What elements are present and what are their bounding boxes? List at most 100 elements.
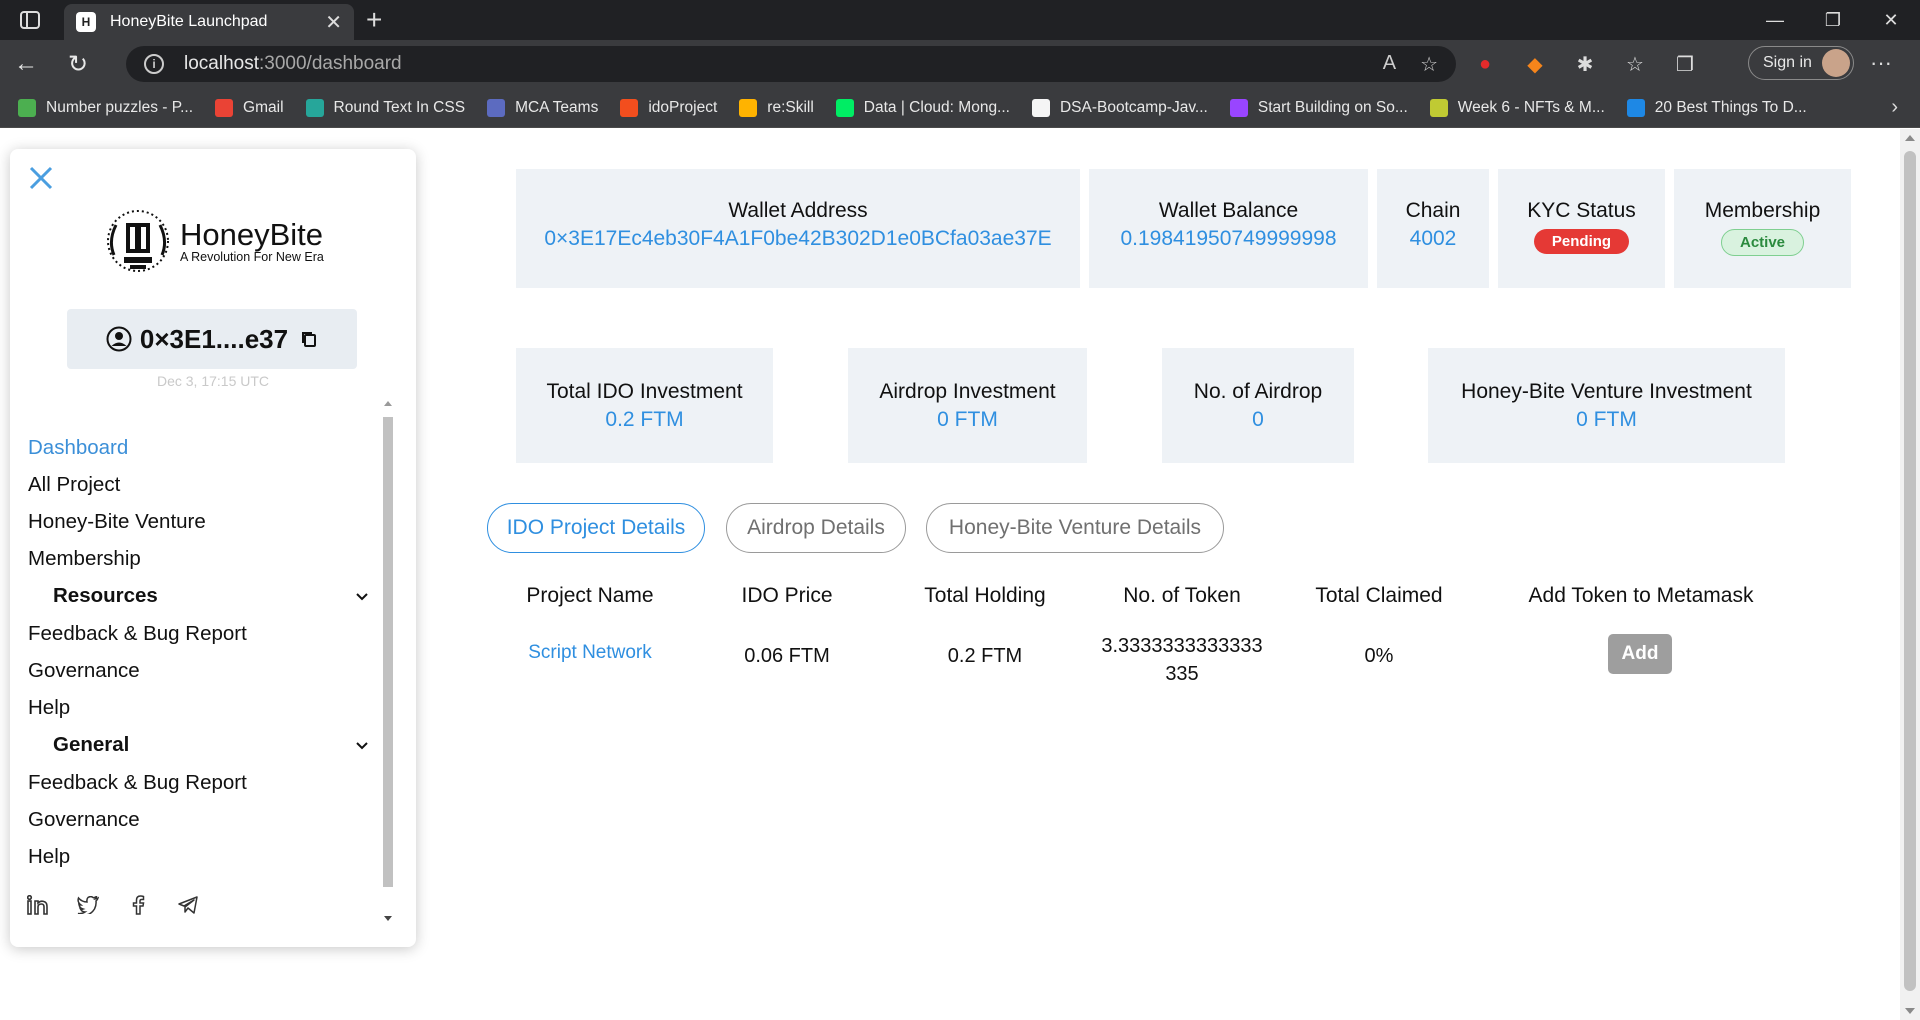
scroll-thumb[interactable] [1904,151,1916,991]
logo-title: HoneyBite [180,216,324,252]
extensions-icon[interactable]: ✱ [1570,49,1600,79]
favorite-star-icon[interactable]: ☆ [1420,52,1438,77]
bookmark-item[interactable]: DSA-Bootcamp-Jav... [1031,98,1208,117]
social-links [26,893,200,917]
honeybite-logo[interactable]: HoneyBite A Revolution For New Era [100,205,324,277]
chevron-down-icon[interactable] [354,737,370,753]
sidebar-item-honey-bite-venture[interactable]: Honey-Bite Venture [28,503,378,540]
sidebar-section-general[interactable]: General [28,726,378,764]
bookmark-item[interactable]: Week 6 - NFTs & M... [1429,98,1605,117]
sidebar-item-governance[interactable]: Governance [28,801,378,838]
address-toolbar: ← ↻ i localhost:3000/dashboard A ☆ ● ◆ ✱… [0,40,1920,88]
sidebar-scroll-up-icon[interactable] [384,401,392,406]
close-sidebar-icon[interactable] [26,163,56,193]
copy-icon[interactable] [300,330,318,348]
wallet-address-chip[interactable]: 0×3E1....e37 [67,309,357,369]
url-field[interactable]: i localhost:3000/dashboard A ☆ [126,46,1456,82]
tab-venture-details[interactable]: Honey-Bite Venture Details [926,503,1224,553]
bookmark-item[interactable]: MCA Teams [487,98,599,117]
bookmark-label: Week 6 - NFTs & M... [1457,98,1605,116]
wallet-short-address: 0×3E1....e37 [139,323,289,354]
url-host: localhost [184,53,259,74]
close-window-icon[interactable]: ✕ [1862,0,1920,40]
adblock-extension-icon[interactable]: ● [1470,49,1500,79]
bookmark-item[interactable]: Round Text In CSS [305,98,465,117]
close-tab-icon[interactable]: ✕ [325,10,342,35]
wallet-address-card: Wallet Address 0×3E17Ec4eb30F4A1F0be42B3… [516,169,1080,288]
back-icon[interactable]: ← [0,40,52,88]
refresh-icon[interactable]: ↻ [52,40,104,88]
col-header-total-holding: Total Holding [924,584,1046,607]
more-bookmarks-chevron-icon[interactable]: › [1891,96,1898,119]
bookmark-label: Start Building on So... [1257,98,1408,116]
sidebar-menu: Dashboard All Project Honey-Bite Venture Me… [28,429,378,875]
sidebar-item-membership[interactable]: Membership [28,540,378,577]
page-scrollbar[interactable] [1900,129,1920,1020]
bookmark-item[interactable]: 20 Best Things To D... [1626,98,1807,117]
read-aloud-icon[interactable]: A [1383,52,1396,77]
airdrop-investment-card: Airdrop Investment 0 FTM [848,348,1087,463]
bookmark-item[interactable]: Gmail [215,98,284,117]
sidebar-item-help[interactable]: Help [28,838,378,875]
bookmark-item[interactable]: re:Skill [739,98,814,117]
minimize-icon[interactable]: — [1746,0,1804,40]
bookmark-favicon-icon [18,98,36,117]
sidebar-section-resources[interactable]: Resources [28,577,378,615]
favorites-icon[interactable]: ☆ [1620,49,1650,79]
bookmark-favicon-icon [1229,98,1248,117]
sidebar-item-dashboard[interactable]: Dashboard [28,429,378,466]
venture-investment-card: Honey-Bite Venture Investment 0 FTM [1428,348,1785,463]
telegram-icon[interactable] [176,893,200,917]
add-token-button[interactable]: Add [1608,634,1672,674]
sidebar-item-feedback[interactable]: Feedback & Bug Report [28,764,378,801]
sign-in-button[interactable]: Sign in [1748,46,1854,80]
sidebar-scrollbar[interactable] [380,395,396,927]
sign-in-label: Sign in [1763,54,1812,71]
metamask-extension-icon[interactable]: ◆ [1520,49,1550,79]
chevron-down-icon[interactable] [354,588,370,604]
tab-actions-icon[interactable] [0,0,60,40]
bookmark-label: MCA Teams [515,98,599,116]
sidebar-scroll-down-icon[interactable] [384,916,392,921]
scroll-up-icon[interactable] [1905,135,1915,141]
restore-icon[interactable]: ❐ [1804,0,1862,40]
tab-ido-project-details[interactable]: IDO Project Details [487,503,705,553]
scroll-down-icon[interactable] [1905,1008,1915,1014]
airdrop-investment-label: Airdrop Investment [879,380,1056,403]
col-header-no-of-token: No. of Token [1123,584,1241,607]
sidebar-scroll-thumb[interactable] [383,417,393,887]
bookmark-label: DSA-Bootcamp-Jav... [1059,98,1208,116]
project-name-link[interactable]: Script Network [500,642,680,664]
honeybite-emblem-icon [100,205,176,277]
bookmark-label: Gmail [243,98,284,116]
sidebar-item-all-project[interactable]: All Project [28,466,378,503]
sidebar-item-feedback[interactable]: Feedback & Bug Report [28,615,378,652]
airdrop-count-card: No. of Airdrop 0 [1162,348,1354,463]
chain-card: Chain 4002 [1377,169,1489,288]
total-holding-cell: 0.2 FTM [947,645,1023,667]
profile-avatar [1822,49,1850,77]
tab-airdrop-details[interactable]: Airdrop Details [726,503,906,553]
bookmark-item[interactable]: Start Building on So... [1229,98,1408,117]
browser-tab-active[interactable]: H HoneyBite Launchpad ✕ [64,4,354,40]
bookmark-favicon-icon [1031,98,1050,117]
sidebar-item-help[interactable]: Help [28,689,378,726]
site-info-icon[interactable]: i [144,54,164,74]
col-header-total-claimed: Total Claimed [1315,584,1443,607]
membership-label: Membership [1704,199,1821,222]
bookmark-item[interactable]: Number puzzles - P... [18,98,193,117]
linkedin-icon[interactable] [26,893,50,917]
sidebar-item-governance[interactable]: Governance [28,652,378,689]
facebook-icon[interactable] [126,893,150,917]
twitter-icon[interactable] [76,893,100,917]
bookmark-favicon-icon [1626,98,1645,117]
collections-icon[interactable]: ❐ [1670,49,1700,79]
bookmark-item[interactable]: Data | Cloud: Mong... [835,98,1010,117]
bookmark-favicon-icon [487,98,506,117]
more-options-icon[interactable]: ··· [1870,50,1892,76]
venture-investment-label: Honey-Bite Venture Investment [1461,380,1752,403]
bookmark-label: re:Skill [767,98,814,116]
new-tab-icon[interactable]: + [366,6,382,34]
bookmark-item[interactable]: idoProject [620,98,717,117]
total-claimed-cell: 0% [1364,645,1394,667]
